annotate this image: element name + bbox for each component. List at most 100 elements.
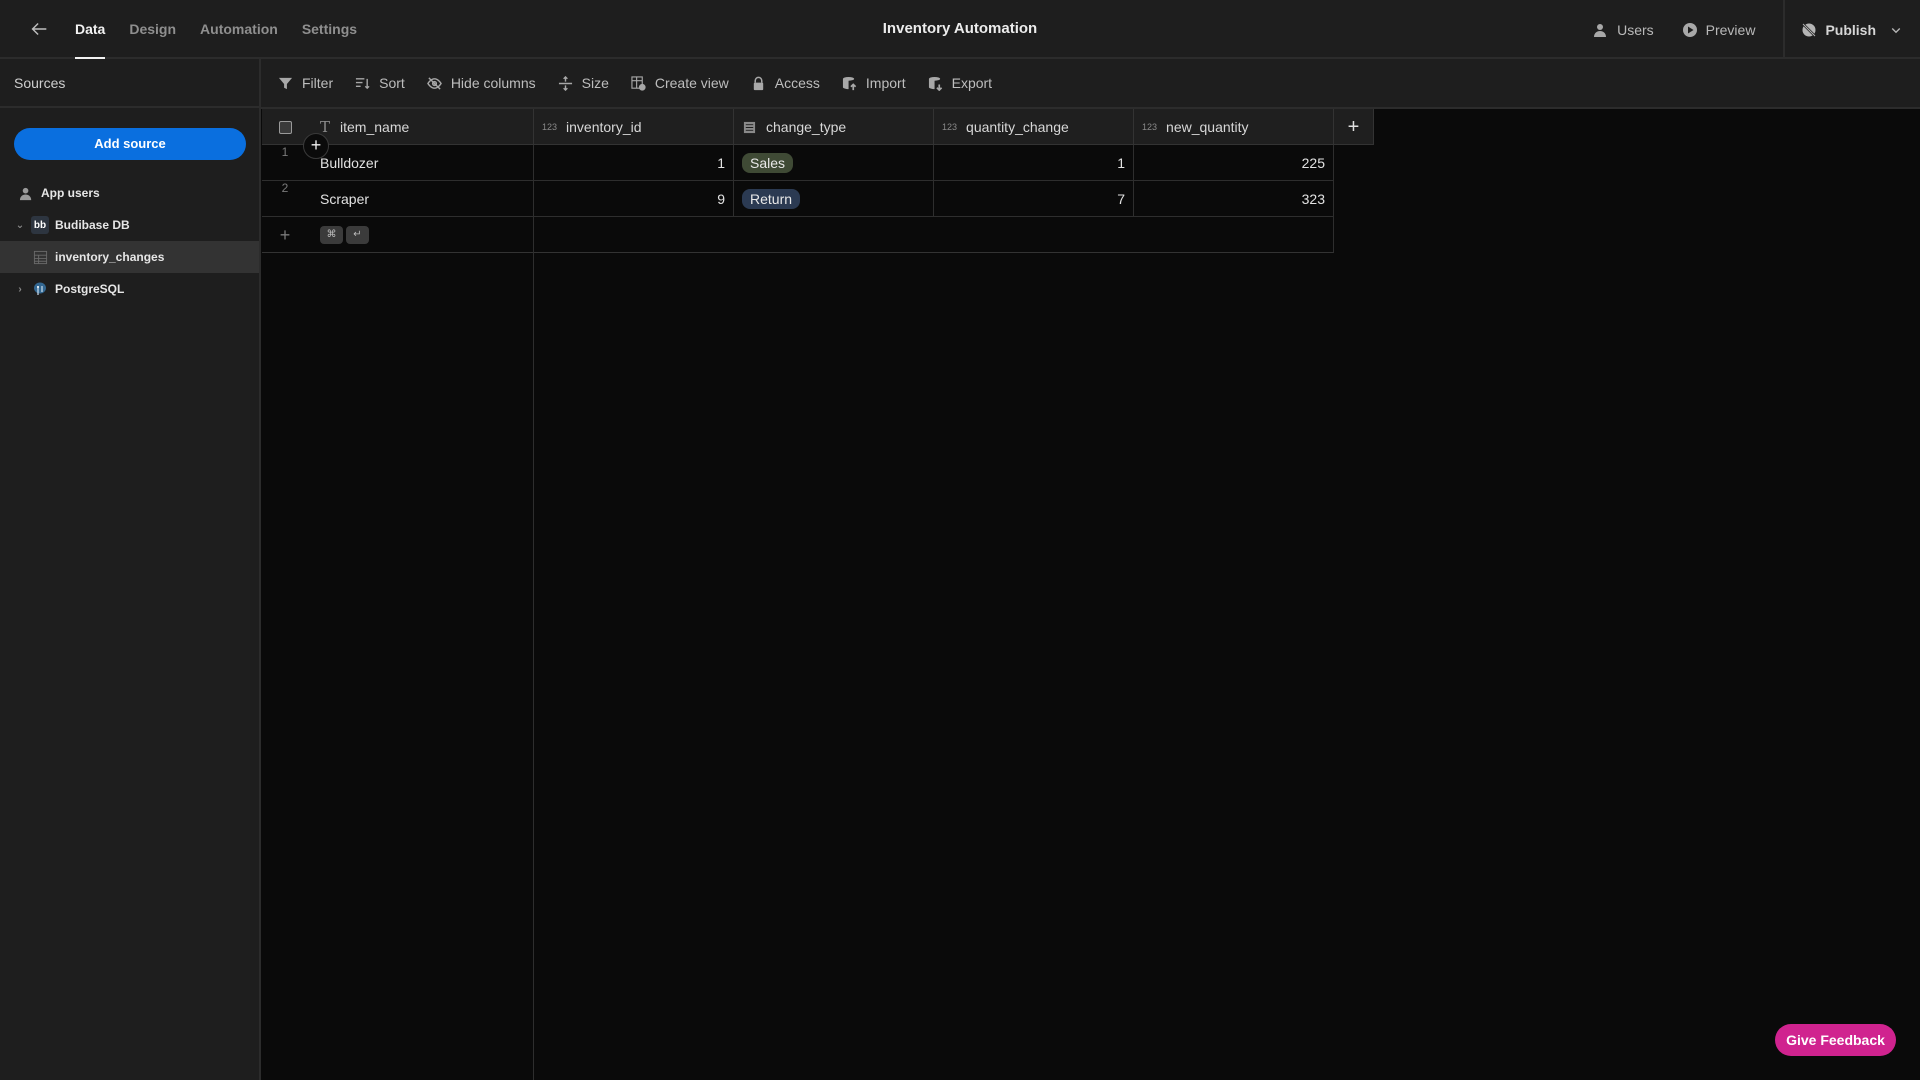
select-all-checkbox[interactable] bbox=[262, 109, 308, 145]
sidebar-title: Sources bbox=[0, 59, 259, 108]
filter-label: Filter bbox=[302, 75, 334, 91]
column-header-quantity-change[interactable]: 123 quantity_change bbox=[934, 109, 1134, 145]
preview-label: Preview bbox=[1705, 21, 1756, 38]
source-tree: App users ⌄ bb Budibase DB inventory_cha… bbox=[0, 177, 259, 305]
publish-label: Publish bbox=[1825, 21, 1876, 38]
lock-icon bbox=[753, 76, 763, 90]
hide-columns-button[interactable]: Hide columns bbox=[426, 75, 536, 91]
give-feedback-button[interactable]: Give Feedback bbox=[1775, 1024, 1896, 1056]
number-type-icon: 123 bbox=[542, 122, 558, 132]
export-label: Export bbox=[951, 75, 993, 91]
cmd-key: ⌘ bbox=[320, 226, 343, 244]
grid-toolbar: Filter Sort Hide columns Size Create vie… bbox=[261, 59, 1920, 109]
table-row[interactable]: 1 Bulldozer 1 Sales 1 225 bbox=[262, 145, 1334, 181]
row-number: 1 bbox=[281, 145, 289, 159]
sidebar-item-label: App users bbox=[41, 186, 100, 200]
cell-new-quantity[interactable]: 323 bbox=[1134, 181, 1334, 217]
options-type-icon bbox=[743, 121, 756, 134]
filter-button[interactable]: Filter bbox=[278, 75, 333, 91]
filter-icon bbox=[278, 77, 293, 89]
main-tabs: Data Design Automation Settings bbox=[75, 0, 381, 60]
users-label: Users bbox=[1617, 21, 1654, 38]
budibase-logo-icon: bb bbox=[31, 216, 49, 234]
cell-item-name[interactable]: Bulldozer bbox=[308, 145, 534, 181]
tab-data[interactable]: Data bbox=[75, 0, 106, 60]
sidebar-item-inventory-changes[interactable]: inventory_changes bbox=[0, 241, 259, 273]
sidebar-item-postgresql[interactable]: › PostgreSQL bbox=[0, 273, 259, 305]
create-view-label: Create view bbox=[654, 75, 729, 91]
users-icon bbox=[1594, 23, 1607, 37]
preview-button[interactable]: Preview bbox=[1682, 21, 1756, 38]
cell-new-quantity[interactable]: 225 bbox=[1134, 145, 1334, 181]
sort-button[interactable]: Sort bbox=[355, 75, 405, 91]
row-height-icon bbox=[558, 75, 572, 91]
back-arrow-icon[interactable] bbox=[28, 18, 50, 40]
column-header-item-name[interactable]: T item_name bbox=[308, 109, 534, 145]
sticky-column-divider bbox=[533, 145, 534, 1080]
chevron-right-icon[interactable]: › bbox=[15, 284, 25, 295]
option-pill: Return bbox=[742, 189, 801, 209]
add-source-button[interactable]: Add source bbox=[14, 128, 246, 160]
sidebar-item-label: Budibase DB bbox=[55, 218, 130, 232]
export-button[interactable]: Export bbox=[928, 75, 992, 91]
table-add-icon bbox=[631, 75, 646, 91]
database-export-icon bbox=[928, 76, 942, 91]
sidebar-item-app-users[interactable]: App users bbox=[0, 177, 259, 209]
add-row-plus-icon[interactable]: + bbox=[262, 225, 308, 246]
chevron-down-icon[interactable]: ⌄ bbox=[15, 220, 25, 231]
cell-change-type[interactable]: Return bbox=[734, 181, 934, 217]
top-bar: Data Design Automation Settings Inventor… bbox=[0, 0, 1920, 60]
number-type-icon: 123 bbox=[1142, 122, 1158, 132]
sources-sidebar: Sources Add source App users ⌄ bb Budiba… bbox=[0, 59, 261, 1080]
access-button[interactable]: Access bbox=[751, 75, 820, 91]
column-name: change_type bbox=[766, 119, 847, 135]
sort-label: Sort bbox=[379, 75, 405, 91]
tab-automation[interactable]: Automation bbox=[200, 0, 278, 59]
tab-settings[interactable]: Settings bbox=[302, 0, 357, 59]
column-header-inventory-id[interactable]: 123 inventory_id bbox=[534, 109, 734, 145]
postgresql-icon bbox=[31, 280, 49, 298]
size-label: Size bbox=[581, 75, 609, 91]
sort-icon bbox=[356, 77, 370, 89]
cell-change-type[interactable]: Sales bbox=[734, 145, 934, 181]
column-header-change-type[interactable]: change_type bbox=[734, 109, 934, 145]
enter-key: ↵ bbox=[346, 226, 369, 244]
column-name: item_name bbox=[340, 119, 410, 135]
create-view-button[interactable]: Create view bbox=[631, 75, 729, 91]
chevron-down-icon bbox=[1891, 27, 1901, 33]
cell-item-name[interactable]: Scraper bbox=[308, 181, 534, 217]
column-header-new-quantity[interactable]: 123 new_quantity bbox=[1134, 109, 1334, 145]
cell-quantity-change[interactable]: 7 bbox=[934, 181, 1134, 217]
add-row-floating-button[interactable]: + bbox=[303, 133, 329, 159]
import-button[interactable]: Import bbox=[842, 75, 906, 91]
cell-inventory-id[interactable]: 9 bbox=[534, 181, 734, 217]
table-row[interactable]: 2 Scraper 9 Return 7 323 bbox=[262, 181, 1334, 217]
number-type-icon: 123 bbox=[942, 122, 958, 132]
column-name: inventory_id bbox=[566, 119, 642, 135]
size-button[interactable]: Size bbox=[558, 75, 609, 91]
publish-button[interactable]: Publish bbox=[1783, 0, 1920, 59]
option-pill: Sales bbox=[742, 153, 794, 173]
row-number: 2 bbox=[281, 181, 289, 195]
add-row[interactable]: + ⌘ ↵ bbox=[262, 217, 1334, 253]
sidebar-item-budibase-db[interactable]: ⌄ bb Budibase DB bbox=[0, 209, 259, 241]
cell-quantity-change[interactable]: 1 bbox=[934, 145, 1134, 181]
globe-strike-icon bbox=[1802, 22, 1817, 37]
column-name: new_quantity bbox=[1166, 119, 1249, 135]
grid-header-row: T item_name 123 inventory_id change_type… bbox=[262, 109, 1374, 145]
users-button[interactable]: Users bbox=[1593, 22, 1654, 38]
shortcut-hint: ⌘ ↵ bbox=[320, 226, 372, 244]
sidebar-item-label: PostgreSQL bbox=[55, 282, 125, 296]
database-import-icon bbox=[842, 76, 857, 90]
eye-off-icon bbox=[426, 76, 442, 90]
cell-inventory-id[interactable]: 1 bbox=[534, 145, 734, 181]
hide-columns-label: Hide columns bbox=[450, 75, 536, 91]
plus-icon: + bbox=[1347, 115, 1360, 138]
users-icon bbox=[17, 184, 35, 202]
table-icon bbox=[31, 248, 49, 266]
top-actions: Users Preview Publish bbox=[1593, 0, 1920, 59]
play-icon bbox=[1682, 22, 1697, 37]
import-label: Import bbox=[865, 75, 906, 91]
tab-design[interactable]: Design bbox=[129, 0, 176, 59]
add-column-button[interactable]: + bbox=[1334, 109, 1374, 145]
